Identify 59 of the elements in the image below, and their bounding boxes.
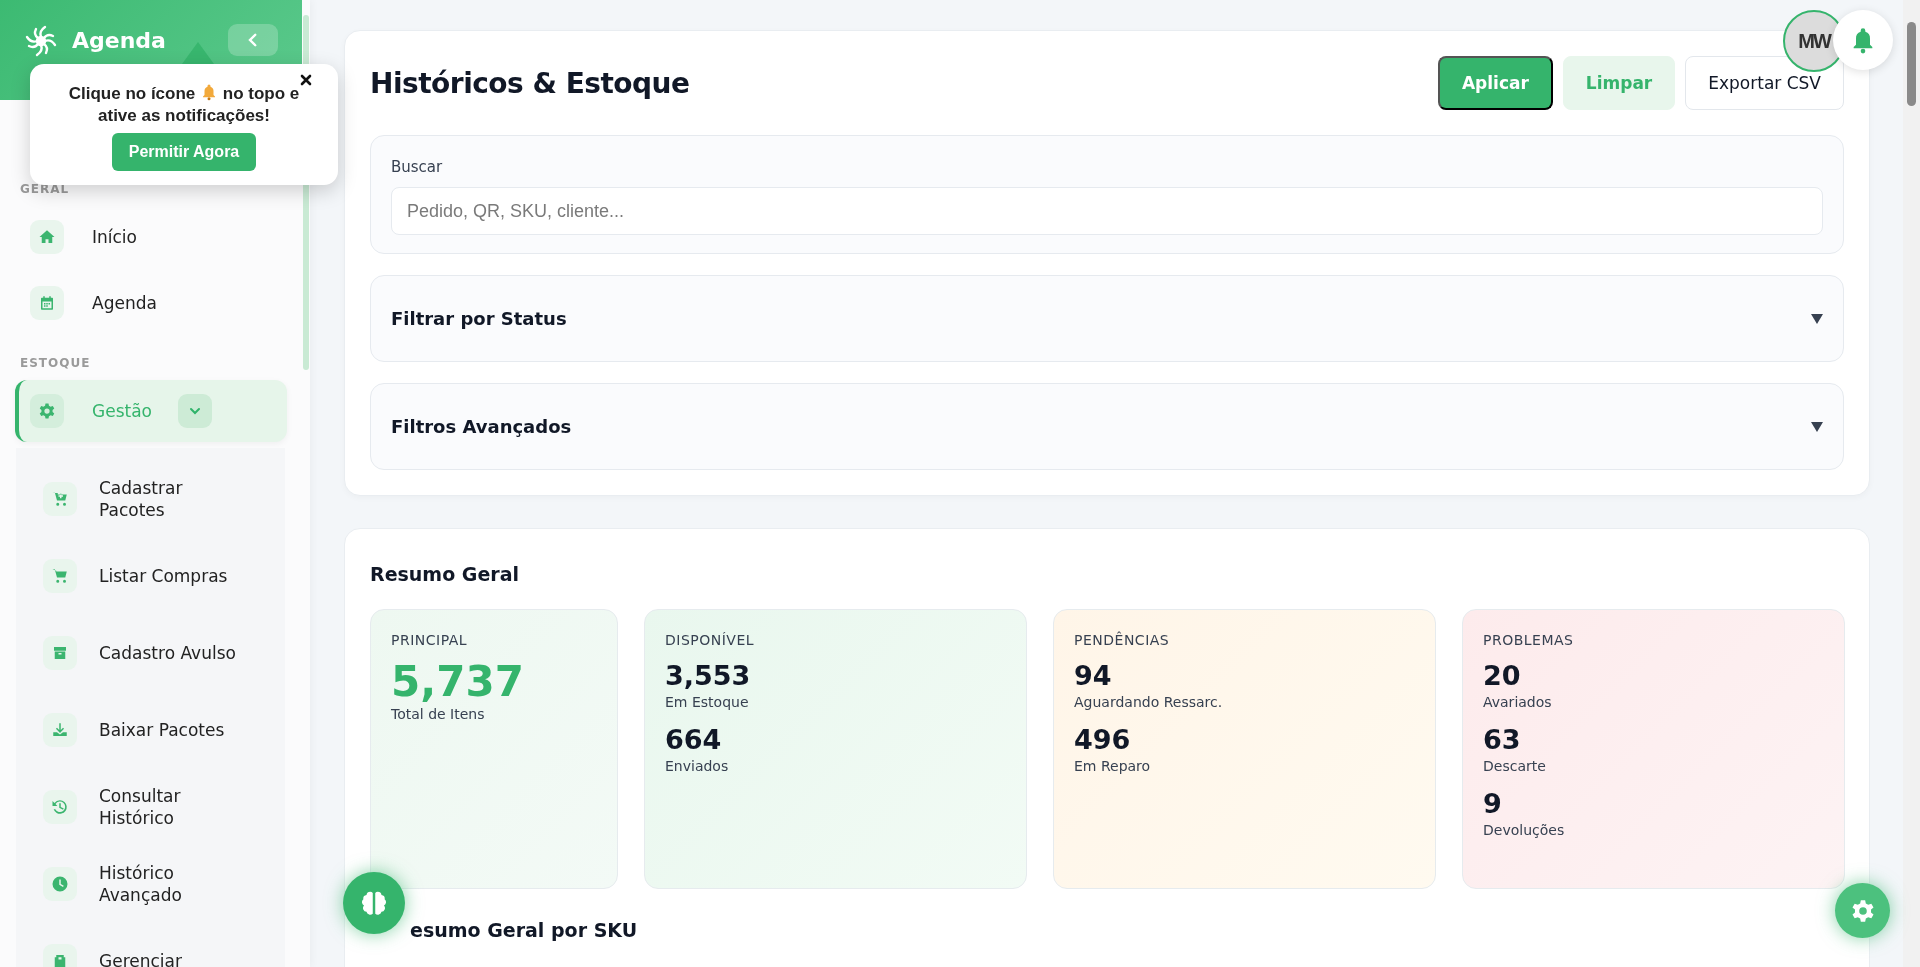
search-field[interactable]: Pedido, QR, SKU, cliente... <box>391 187 1823 235</box>
section-label: ESTOQUE <box>19 356 92 370</box>
home-icon <box>38 228 56 246</box>
submenu-item[interactable]: Baixar Pacotes <box>16 691 285 768</box>
notification-text: no topo e <box>222 84 300 103</box>
panel-title: Filtrar por Status <box>391 308 568 329</box>
submenu-item[interactable]: Gerenciar <box>16 922 285 967</box>
card-label: PROBLEMAS <box>1483 632 1574 648</box>
cart-icon <box>51 566 69 585</box>
caret-icon <box>1811 421 1823 432</box>
stat-value: 20 <box>1483 660 1521 692</box>
stat-value: 9 <box>1483 788 1502 820</box>
stat-caption: Total de Itens <box>391 706 485 722</box>
section-title: Resumo Geral <box>370 562 520 587</box>
calendar-icon <box>38 294 56 312</box>
close-icon[interactable] <box>300 74 312 86</box>
stat-caption: Devoluções <box>1483 822 1565 838</box>
gear-icon <box>38 402 56 420</box>
stat-caption: Avariados <box>1483 694 1552 710</box>
export-button[interactable]: Exportar CSV <box>1685 56 1844 110</box>
search-label: Buscar <box>391 158 443 176</box>
brand-name: Agenda <box>72 27 166 55</box>
history-icon <box>51 797 69 816</box>
submenu-item[interactable]: Consultar Histórico <box>16 768 285 845</box>
stat-caption: Enviados <box>665 758 729 774</box>
stat-value: 5,737 <box>391 660 524 704</box>
submenu-item[interactable]: Cadastro Avulso <box>16 614 285 691</box>
stat-value: 94 <box>1074 660 1112 692</box>
collapse-button[interactable] <box>228 24 278 56</box>
notification-button[interactable] <box>1833 10 1893 70</box>
card-label: DISPONÍVEL <box>665 632 755 648</box>
stat-value: 664 <box>665 724 722 756</box>
card-label: PENDÊNCIAS <box>1074 632 1170 648</box>
stat-caption: Aguardando Ressarc. <box>1074 694 1223 710</box>
submenu-item[interactable]: Cadastrar Pacotes <box>16 460 285 537</box>
stat-value: 496 <box>1074 724 1131 756</box>
stat-caption: Descarte <box>1483 758 1546 774</box>
page-title: Históricos & Estoque <box>370 66 691 100</box>
caret-icon <box>1811 313 1823 324</box>
submenu-item[interactable]: Listar Compras <box>16 537 285 614</box>
stat-value: 63 <box>1483 724 1521 756</box>
panel-title: Filtros Avançados <box>391 416 573 437</box>
notification-text: Clique no ícone <box>68 84 196 103</box>
filter-panel[interactable]: Filtros Avançados <box>370 383 1844 470</box>
submenu-item[interactable]: Histórico Avançado <box>16 845 285 922</box>
section-label: GERAL <box>19 182 71 196</box>
section-title: esumo Geral por SKU <box>410 919 638 941</box>
stat-caption: Em Reparo <box>1074 758 1151 774</box>
expand-button[interactable] <box>178 394 212 428</box>
notification-text: ative as notificações! <box>98 106 270 125</box>
download-icon <box>51 720 69 739</box>
sidebar-item[interactable]: Início <box>15 206 287 268</box>
sidebar-item[interactable]: Agenda <box>15 272 287 334</box>
stat-caption: Em Estoque <box>665 694 749 710</box>
logo-icon <box>24 24 58 58</box>
clock-icon <box>51 874 69 893</box>
stat-value: 3,553 <box>665 660 751 692</box>
card-label: PRINCIPAL <box>391 632 468 648</box>
filter-panel[interactable]: Filtrar por Status <box>370 275 1844 362</box>
